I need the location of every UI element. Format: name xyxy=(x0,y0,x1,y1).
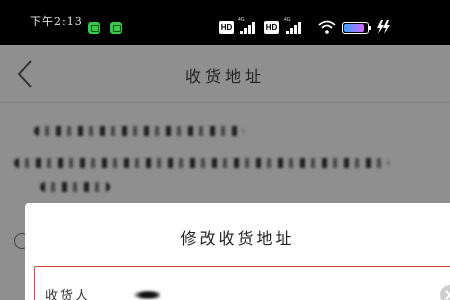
message-icon xyxy=(110,22,122,34)
recipient-input-redacted[interactable] xyxy=(130,289,160,299)
modal-title: 修改收货地址 xyxy=(180,229,295,248)
page-title: 收货地址 xyxy=(184,67,265,86)
wifi-icon xyxy=(318,20,336,34)
redacted-text xyxy=(14,158,389,168)
recipient-field[interactable]: 收货人 xyxy=(34,266,450,300)
signal-icon xyxy=(286,22,303,34)
address-list-item[interactable] xyxy=(0,104,450,214)
close-circle-icon[interactable] xyxy=(440,285,450,300)
page-header: 收货地址 xyxy=(0,45,450,103)
charging-icon xyxy=(377,20,390,34)
redacted-text xyxy=(40,182,110,192)
edit-address-modal: 修改收货地址 收货人 xyxy=(25,203,450,300)
hd-badge: HD xyxy=(219,21,234,34)
battery-icon xyxy=(342,22,371,34)
message-icon xyxy=(88,22,100,34)
battery-level xyxy=(344,24,364,32)
redacted-text xyxy=(34,126,244,136)
recipient-label: 收货人 xyxy=(45,289,91,300)
hd-badge: HD xyxy=(264,21,279,34)
signal-icon xyxy=(240,22,257,34)
status-bar: 下午2:13 HD 4G HD 4G xyxy=(0,0,450,45)
status-time: 下午2:13 xyxy=(30,15,83,28)
